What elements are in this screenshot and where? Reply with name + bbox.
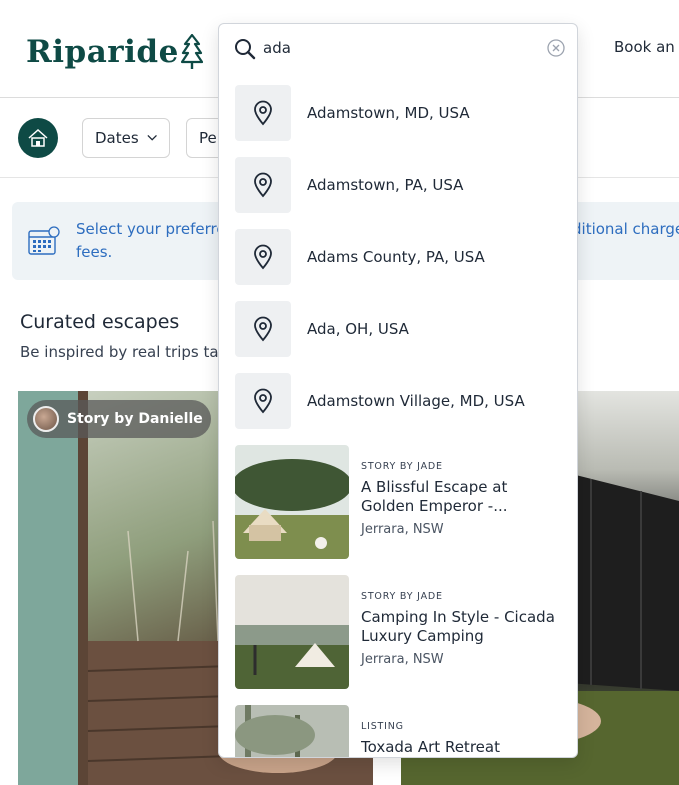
- dates-filter[interactable]: Dates: [82, 118, 170, 158]
- story-title: Camping In Style - Cicada Luxury Camping: [361, 608, 555, 645]
- story-author-pill[interactable]: Story by Danielle: [27, 400, 211, 438]
- location-label: Ada, OH, USA: [307, 320, 409, 338]
- listing-suggestion[interactable]: LISTING Toxada Art Retreat: [235, 705, 565, 757]
- search-bar: [219, 24, 577, 72]
- accommodation-type-button[interactable]: [18, 118, 58, 158]
- cabin-icon: [28, 128, 48, 147]
- search-dropdown: Adamstown, MD, USA Adamstown, PA, USA Ad…: [218, 23, 578, 758]
- map-pin-icon: [254, 100, 272, 126]
- story-meta: STORY BY JADE A Blissful Escape at Golde…: [361, 461, 565, 537]
- location-label: Adamstown, PA, USA: [307, 176, 464, 194]
- story-thumbnail: [235, 445, 349, 559]
- logo-text: Riparide: [26, 34, 179, 70]
- pin-icon-box: [235, 301, 291, 357]
- map-pin-icon: [254, 244, 272, 270]
- riparide-logo[interactable]: Riparide: [26, 30, 203, 70]
- story-kicker: LISTING: [361, 721, 404, 732]
- story-meta: STORY BY JADE Camping In Style - Cicada …: [361, 591, 565, 667]
- story-meta: LISTING Toxada Art Retreat: [361, 721, 565, 757]
- story-title: Toxada Art Retreat: [361, 738, 500, 756]
- location-label: Adams County, PA, USA: [307, 248, 485, 266]
- glamping-tent-image: [235, 445, 349, 559]
- search-input[interactable]: [263, 36, 533, 60]
- pin-icon-box: [235, 373, 291, 429]
- story-thumbnail: [235, 575, 349, 689]
- story-kicker: STORY BY JADE: [361, 591, 443, 602]
- story-kicker: STORY BY JADE: [361, 461, 443, 472]
- story-author-label: Story by Danielle: [67, 411, 203, 427]
- calendar-icon: [28, 226, 60, 255]
- map-pin-icon: [254, 172, 272, 198]
- section-subtitle: Be inspired by real trips tak: [20, 343, 228, 361]
- location-label: Adamstown, MD, USA: [307, 104, 470, 122]
- people-label: Pe: [199, 129, 217, 147]
- map-pin-icon: [254, 316, 272, 342]
- story-thumbnail: [235, 705, 349, 757]
- location-suggestion[interactable]: Adams County, PA, USA: [235, 229, 565, 285]
- forest-retreat-image: [235, 705, 349, 757]
- story-location: Jerrara, NSW: [361, 652, 444, 667]
- book-link[interactable]: Book an: [614, 38, 675, 56]
- section-title: Curated escapes: [20, 311, 180, 333]
- avatar: [33, 406, 59, 432]
- location-label: Adamstown Village, MD, USA: [307, 392, 525, 410]
- banner-text-right: ditional charge: [572, 220, 679, 238]
- pin-icon-box: [235, 229, 291, 285]
- location-suggestion[interactable]: Adamstown, MD, USA: [235, 85, 565, 141]
- chevron-down-icon: [147, 134, 157, 141]
- story-suggestion[interactable]: STORY BY JADE A Blissful Escape at Golde…: [235, 445, 565, 559]
- story-suggestion[interactable]: STORY BY JADE Camping In Style - Cicada …: [235, 575, 565, 689]
- location-suggestion[interactable]: Adamstown Village, MD, USA: [235, 373, 565, 429]
- search-icon: [235, 39, 256, 60]
- pin-icon-box: [235, 157, 291, 213]
- camping-valley-image: [235, 575, 349, 689]
- dates-label: Dates: [95, 129, 139, 147]
- pine-tree-icon: [180, 34, 203, 69]
- story-location: Jerrara, NSW: [361, 522, 444, 537]
- location-suggestion[interactable]: Ada, OH, USA: [235, 301, 565, 357]
- story-title: A Blissful Escape at Golden Emperor -...: [361, 478, 508, 515]
- map-pin-icon: [254, 388, 272, 414]
- location-suggestion[interactable]: Adamstown, PA, USA: [235, 157, 565, 213]
- clear-search-icon[interactable]: [546, 38, 566, 58]
- pin-icon-box: [235, 85, 291, 141]
